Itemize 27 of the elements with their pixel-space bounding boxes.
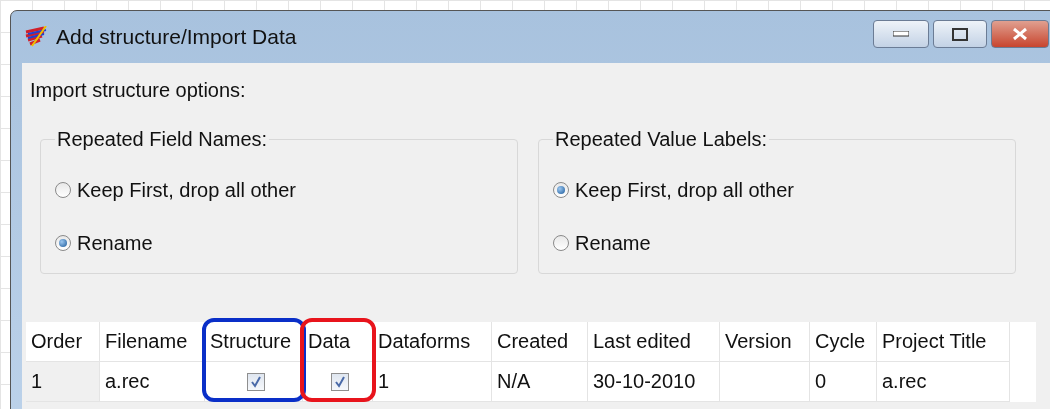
close-icon <box>1011 27 1029 41</box>
table-cell: a.rec <box>877 362 1010 402</box>
table-cell: 0 <box>810 362 877 402</box>
radio-label[interactable]: Keep First, drop all other <box>575 178 794 202</box>
maximize-icon <box>952 27 968 41</box>
radio-button[interactable] <box>553 235 569 251</box>
radio-label[interactable]: Keep First, drop all other <box>77 178 296 202</box>
minimize-button[interactable] <box>873 20 929 48</box>
radio-button[interactable] <box>55 182 71 198</box>
group-title: Repeated Field Names: <box>56 128 269 151</box>
window-title: Add structure/Import Data <box>56 25 298 49</box>
radio-label[interactable]: Rename <box>77 231 153 255</box>
maximize-button[interactable] <box>933 20 987 48</box>
group-title: Repeated Value Labels: <box>554 128 768 151</box>
checkbox[interactable] <box>247 372 265 391</box>
radio-button[interactable] <box>553 182 569 198</box>
minimize-icon <box>893 31 909 37</box>
radio-button[interactable] <box>55 235 71 251</box>
radio-label[interactable]: Rename <box>575 231 651 255</box>
table-cell: N/A <box>492 362 588 402</box>
table-cell: 30-10-2010 <box>588 362 720 402</box>
table-cell: 1 <box>26 362 100 402</box>
close-button[interactable] <box>991 20 1049 48</box>
app-icon <box>24 26 48 48</box>
options-label: Import structure options: <box>30 79 247 102</box>
table-cell: 1 <box>373 362 492 402</box>
checkbox[interactable] <box>331 372 349 391</box>
